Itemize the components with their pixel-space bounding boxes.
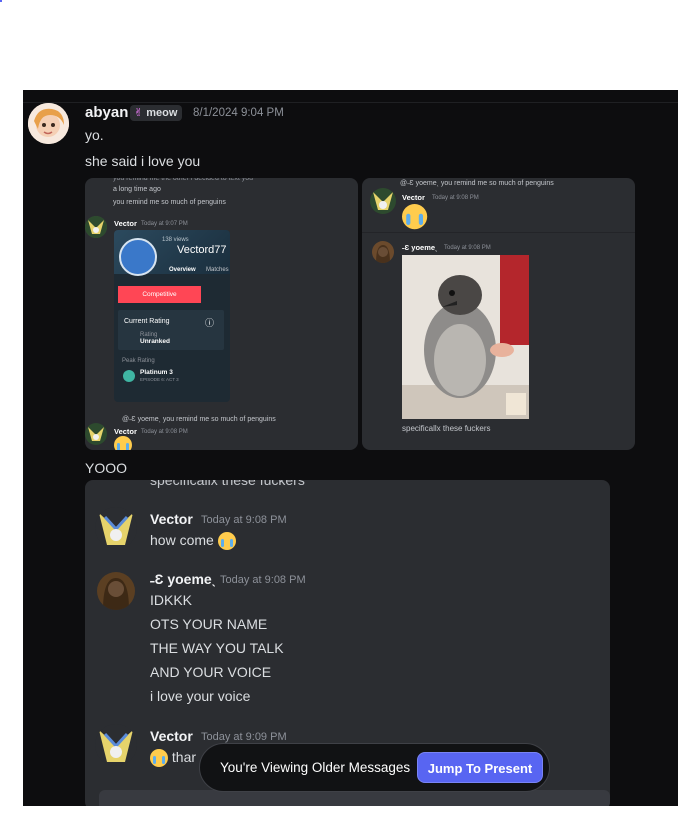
mini-reply-ts: Today at 9:08 PM [141, 429, 188, 435]
divider [362, 232, 635, 233]
vector-avatar-image [95, 724, 137, 766]
help-icon: ⓘ [205, 318, 215, 328]
snapshot-ts-1: Today at 9:08 PM [201, 514, 287, 526]
older-messages-banner: You're Viewing Older Messages Jump To Pr… [199, 743, 550, 792]
divider [23, 102, 678, 103]
user-tag[interactable]: ✌ meow [130, 105, 183, 121]
mini-yoeme-ts: Today at 9:08 PM [444, 245, 491, 251]
mini-line-2: you remind me so much of penguins [113, 199, 226, 206]
avatar[interactable] [28, 103, 69, 144]
vector-avatar[interactable] [95, 507, 137, 549]
snapshot-name-1[interactable]: Vector [150, 511, 193, 527]
vector-avatar-image [95, 507, 137, 549]
snapshot-cut-line: specificallx these fuckers [150, 480, 305, 488]
message-line-1: yo. [85, 127, 104, 143]
snapshot-name-3[interactable]: Vector [150, 728, 193, 744]
snapshot-name-2[interactable]: ˗Ɛ yoemeˎ [150, 571, 216, 587]
penguin-image[interactable] [402, 255, 529, 419]
card-views: 138 views [162, 237, 189, 243]
vector-avatar-image [370, 188, 396, 214]
yoeme-avatar [372, 241, 394, 263]
vector-avatar [85, 423, 107, 445]
message-input-preview [99, 790, 610, 806]
snapshot-line: thar [150, 749, 197, 768]
card-peak-sub: EPISODE 6: ACT 3 [140, 377, 179, 382]
attachment-right[interactable]: @˗Ɛ yoemeˎ you remind me so much of peng… [362, 178, 635, 450]
card-tab-matches: Matches [206, 267, 229, 273]
snapshot-ts-3: Today at 9:09 PM [201, 731, 287, 743]
hand-icon: ✌ [134, 107, 144, 119]
caption: specificallx these fuckers [402, 424, 491, 433]
mini-vector-name: Vector [114, 219, 137, 228]
card-current-rating: Current Rating [124, 318, 170, 325]
mini-reply-name: Vector [114, 427, 137, 436]
vector-avatar-image [85, 216, 107, 238]
card-peak-label: Peak Rating [122, 358, 155, 364]
reply-preview: @˗Ɛ yoemeˎ you remind me so much of peng… [122, 416, 276, 423]
crying-emoji-icon [114, 436, 132, 450]
yooo-message: YOOO [85, 460, 128, 476]
game-profile-card: 138 views Vectord77 Overview Matches Com… [114, 230, 230, 402]
vector-avatar [370, 188, 396, 214]
crying-emoji-icon [402, 204, 428, 230]
crying-emoji-icon [150, 749, 168, 768]
snapshot-line-text: thar [171, 749, 197, 765]
card-tab-overview: Overview [169, 267, 196, 273]
card-rating-value: Unranked [140, 338, 170, 345]
mini-line-1: a long time ago [113, 186, 161, 193]
attachment-left[interactable]: you remind me the other i decided to tex… [85, 178, 358, 450]
crying-emoji-icon [217, 532, 236, 551]
cut-text: you remind me the other i decided to tex… [113, 178, 254, 182]
vector-avatar [85, 216, 107, 238]
snapshot-line: OTS YOUR NAME [150, 616, 268, 632]
platinum-icon [123, 370, 135, 382]
username[interactable]: abyan [85, 104, 128, 121]
card-peak-value: Platinum 3 [140, 369, 173, 376]
card-mode: Competitive [118, 286, 201, 303]
snapshot-line: IDKKK [150, 592, 193, 608]
banner-text: You're Viewing Older Messages [220, 760, 411, 775]
snapshot-line: how come [150, 532, 236, 551]
user-tag-label: meow [146, 107, 178, 119]
snapshot-line: i love your voice [150, 688, 251, 704]
yoeme-avatar-image [372, 241, 394, 263]
mini-yoeme-name: ˗Ɛ yoemeˎ [402, 243, 438, 252]
message-line-2: she said i love you [85, 153, 201, 169]
mini-vector-ts: Today at 9:07 PM [141, 221, 188, 227]
snapshot-line: AND YOUR VOICE [150, 664, 272, 680]
yoeme-avatar[interactable] [97, 572, 135, 610]
mini-vector-name: Vector [402, 193, 425, 202]
mini-vector-ts: Today at 9:08 PM [432, 195, 479, 201]
reply-preview: @˗Ɛ yoemeˎ you remind me so much of peng… [400, 180, 554, 187]
vector-avatar[interactable] [95, 724, 137, 766]
jump-to-present-button[interactable]: Jump To Present [417, 752, 543, 783]
player-icon [119, 238, 157, 276]
snapshot-line-text: how come [150, 532, 214, 548]
avatar-image [28, 103, 69, 144]
timestamp: 8/1/2024 9:04 PM [193, 107, 284, 119]
chat-panel: abyan ✌ meow 8/1/2024 9:04 PM yo. she sa… [23, 90, 678, 806]
vector-avatar-image [85, 423, 107, 445]
snapshot-line: THE WAY YOU TALK [150, 640, 284, 656]
snapshot-ts-2: Today at 9:08 PM [220, 574, 306, 586]
corner-marker [0, 0, 2, 2]
card-player-name: Vectord77 [177, 244, 227, 256]
penguin-icon [402, 255, 529, 419]
yoeme-avatar-image [97, 572, 135, 610]
